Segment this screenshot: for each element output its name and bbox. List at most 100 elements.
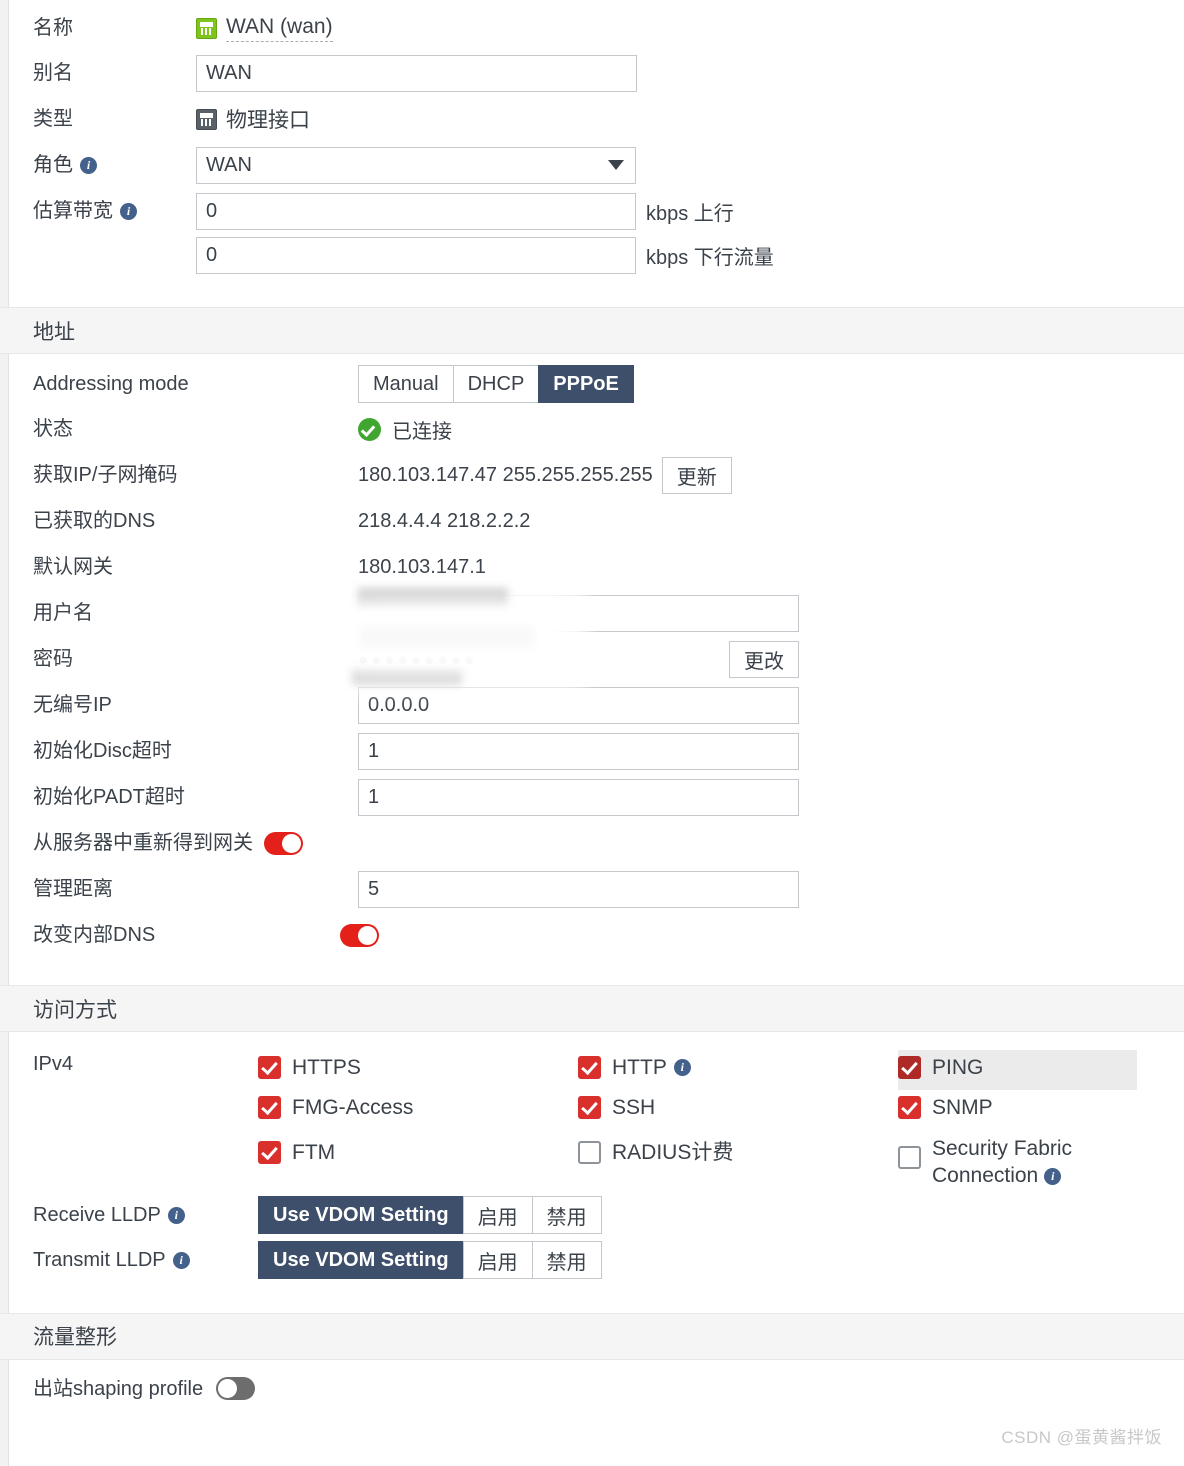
row-receive-lldp: Receive LLDP i Use VDOM Setting 启用 禁用 [10,1193,1184,1238]
addressing-mode-dhcp[interactable]: DHCP [452,365,539,403]
checkbox-label-wrap: HTTP i [612,1053,691,1081]
chevron-down-icon [608,160,624,170]
checkbox-snmp[interactable]: SNMP [898,1090,1137,1130]
receive-lldp-disable[interactable]: 禁用 [531,1196,602,1235]
checkbox-icon[interactable] [898,1056,921,1079]
row-name: 名称 WAN (wan) [10,0,1184,50]
row-override-dns: 改变内部DNS [10,912,1184,958]
role-select[interactable]: WAN [196,146,636,184]
bandwidth-label: 估算带宽 i [33,199,196,223]
info-icon[interactable]: i [120,202,137,220]
change-password-button[interactable]: 更改 [729,640,799,678]
checkbox-icon[interactable] [898,1096,921,1119]
row-password: 密码 ●●●●●●●●● 更改 [10,636,1184,682]
addressing-mode-pppoe[interactable]: PPPoE [538,365,634,403]
retrieve-gateway-label: 从服务器中重新得到网关 [33,831,358,855]
interface-edit-form: 名称 WAN (wan) 别名 WAN 类型 物理接口 角色 i WAN 估算带… [0,0,1184,1466]
override-dns-toggle[interactable] [340,923,379,947]
row-retrieve-gateway: 从服务器中重新得到网关 [10,820,1184,866]
bandwidth-upstream-input[interactable]: 0 [196,192,636,230]
checkbox-icon[interactable] [898,1146,921,1169]
checkbox-ssh[interactable]: SSH [578,1090,898,1130]
info-icon[interactable]: i [1044,1168,1062,1186]
checkbox-http[interactable]: HTTP i [578,1050,898,1090]
addressing-mode-button-group[interactable]: Manual DHCP PPPoE [358,365,634,403]
checkbox-label-wrap: Security Fabric Connection i [932,1134,1137,1190]
alias-input[interactable]: WAN [196,54,637,92]
info-icon[interactable]: i [80,156,97,174]
info-icon[interactable]: i [172,1251,190,1269]
row-padt-timeout: 初始化PADT超时 1 [10,774,1184,820]
checkbox-icon[interactable] [258,1056,281,1079]
alias-label: 别名 [33,62,73,84]
ipv4-access-checkbox-grid: HTTPS HTTP i PING FMG-Access SSH SNMP FT… [258,1046,1137,1193]
disc-timeout-label: 初始化Disc超时 [33,740,172,762]
default-gateway-value: 180.103.147.1 [358,555,486,578]
transmit-lldp-disable[interactable]: 禁用 [531,1241,602,1280]
rj45-port-icon-green [196,17,217,39]
distance-label: 管理距离 [33,878,113,900]
checkbox-label: PING [932,1056,984,1079]
addressing-mode-manual[interactable]: Manual [358,365,453,403]
override-dns-label: 改变内部DNS [33,923,358,947]
row-outbound-shaping-profile: 出站shaping profile [10,1360,1184,1406]
status-label: 状态 [33,418,73,440]
retrieve-gateway-toggle[interactable] [264,831,303,855]
checkbox-label: SNMP [932,1096,993,1119]
transmit-lldp-use-vdom-setting[interactable]: Use VDOM Setting [258,1241,463,1280]
row-bandwidth-down: 0 kbps 下行流量 [10,232,1184,278]
password-masked-value: ●●●●●●●●● [358,649,478,669]
checkbox-icon[interactable] [258,1096,281,1119]
distance-input[interactable]: 5 [358,870,799,908]
row-obtained-dns: 已获取的DNS 218.4.4.4 218.2.2.2 [10,498,1184,544]
row-default-gateway: 默认网关 180.103.147.1 [10,544,1184,590]
interface-name-value[interactable]: WAN (wan) [226,15,333,42]
receive-lldp-enable[interactable]: 启用 [462,1196,532,1235]
transmit-lldp-label-text: Transmit LLDP [33,1249,166,1272]
transmit-lldp-enable[interactable]: 启用 [462,1241,532,1280]
type-label: 类型 [33,108,73,130]
info-icon[interactable]: i [673,1059,691,1077]
checkbox-fmg-access[interactable]: FMG-Access [258,1090,578,1130]
role-select-value: WAN [206,153,252,176]
ipv4-label: IPv4 [33,1053,74,1075]
receive-lldp-button-group[interactable]: Use VDOM Setting 启用 禁用 [258,1196,602,1235]
receive-lldp-use-vdom-setting[interactable]: Use VDOM Setting [258,1196,463,1235]
checkbox-https[interactable]: HTTPS [258,1050,578,1090]
role-label: 角色 i [33,153,196,177]
status-value: 已连接 [392,420,452,443]
checkbox-icon[interactable] [258,1141,281,1164]
unnumbered-ip-input[interactable]: 0.0.0.0 [358,686,799,724]
checkbox-icon[interactable] [578,1096,601,1119]
padt-timeout-input[interactable]: 1 [358,778,799,816]
username-input[interactable] [358,594,799,632]
info-icon[interactable]: i [167,1206,185,1224]
checkbox-radius-accounting[interactable]: RADIUS计费 [578,1130,898,1193]
bandwidth-downstream-input[interactable]: 0 [196,236,636,274]
transmit-lldp-button-group[interactable]: Use VDOM Setting 启用 禁用 [258,1241,602,1280]
retrieve-gateway-label-text: 从服务器中重新得到网关 [33,832,253,854]
checkbox-icon[interactable] [578,1141,601,1164]
receive-lldp-label: Receive LLDP i [33,1203,258,1227]
checkbox-ftm[interactable]: FTM [258,1130,578,1193]
row-bandwidth-up: 估算带宽 i 0 kbps 上行 [10,188,1184,234]
row-status: 状态 已连接 [10,406,1184,452]
row-ipv4-access: IPv4 HTTPS HTTP i PING FMG-Access SSH SN… [10,1032,1184,1193]
bandwidth-downstream-unit: kbps 下行流量 [646,246,774,269]
renew-ip-button[interactable]: 更新 [661,456,732,494]
status-badge: 已连接 [358,415,452,444]
padt-timeout-label: 初始化PADT超时 [33,786,185,808]
checkbox-icon[interactable] [578,1056,601,1079]
disc-timeout-input[interactable]: 1 [358,732,799,770]
row-alias: 别名 WAN [10,50,1184,96]
row-obtained-ip: 获取IP/子网掩码 180.103.147.47 255.255.255.255… [10,452,1184,498]
checkbox-ping[interactable]: PING [898,1050,1137,1090]
checkbox-label: HTTPS [292,1056,361,1079]
obtained-dns-label: 已获取的DNS [33,510,156,532]
row-distance: 管理距离 5 [10,866,1184,912]
addressing-mode-label: Addressing mode [33,373,189,395]
outbound-shaping-toggle[interactable] [216,1377,256,1401]
checkbox-security-fabric-connection[interactable]: Security Fabric Connection i [898,1130,1137,1193]
obtained-ip-label: 获取IP/子网掩码 [33,464,178,486]
row-unnumbered-ip: 无编号IP 0.0.0.0 [10,682,1184,728]
